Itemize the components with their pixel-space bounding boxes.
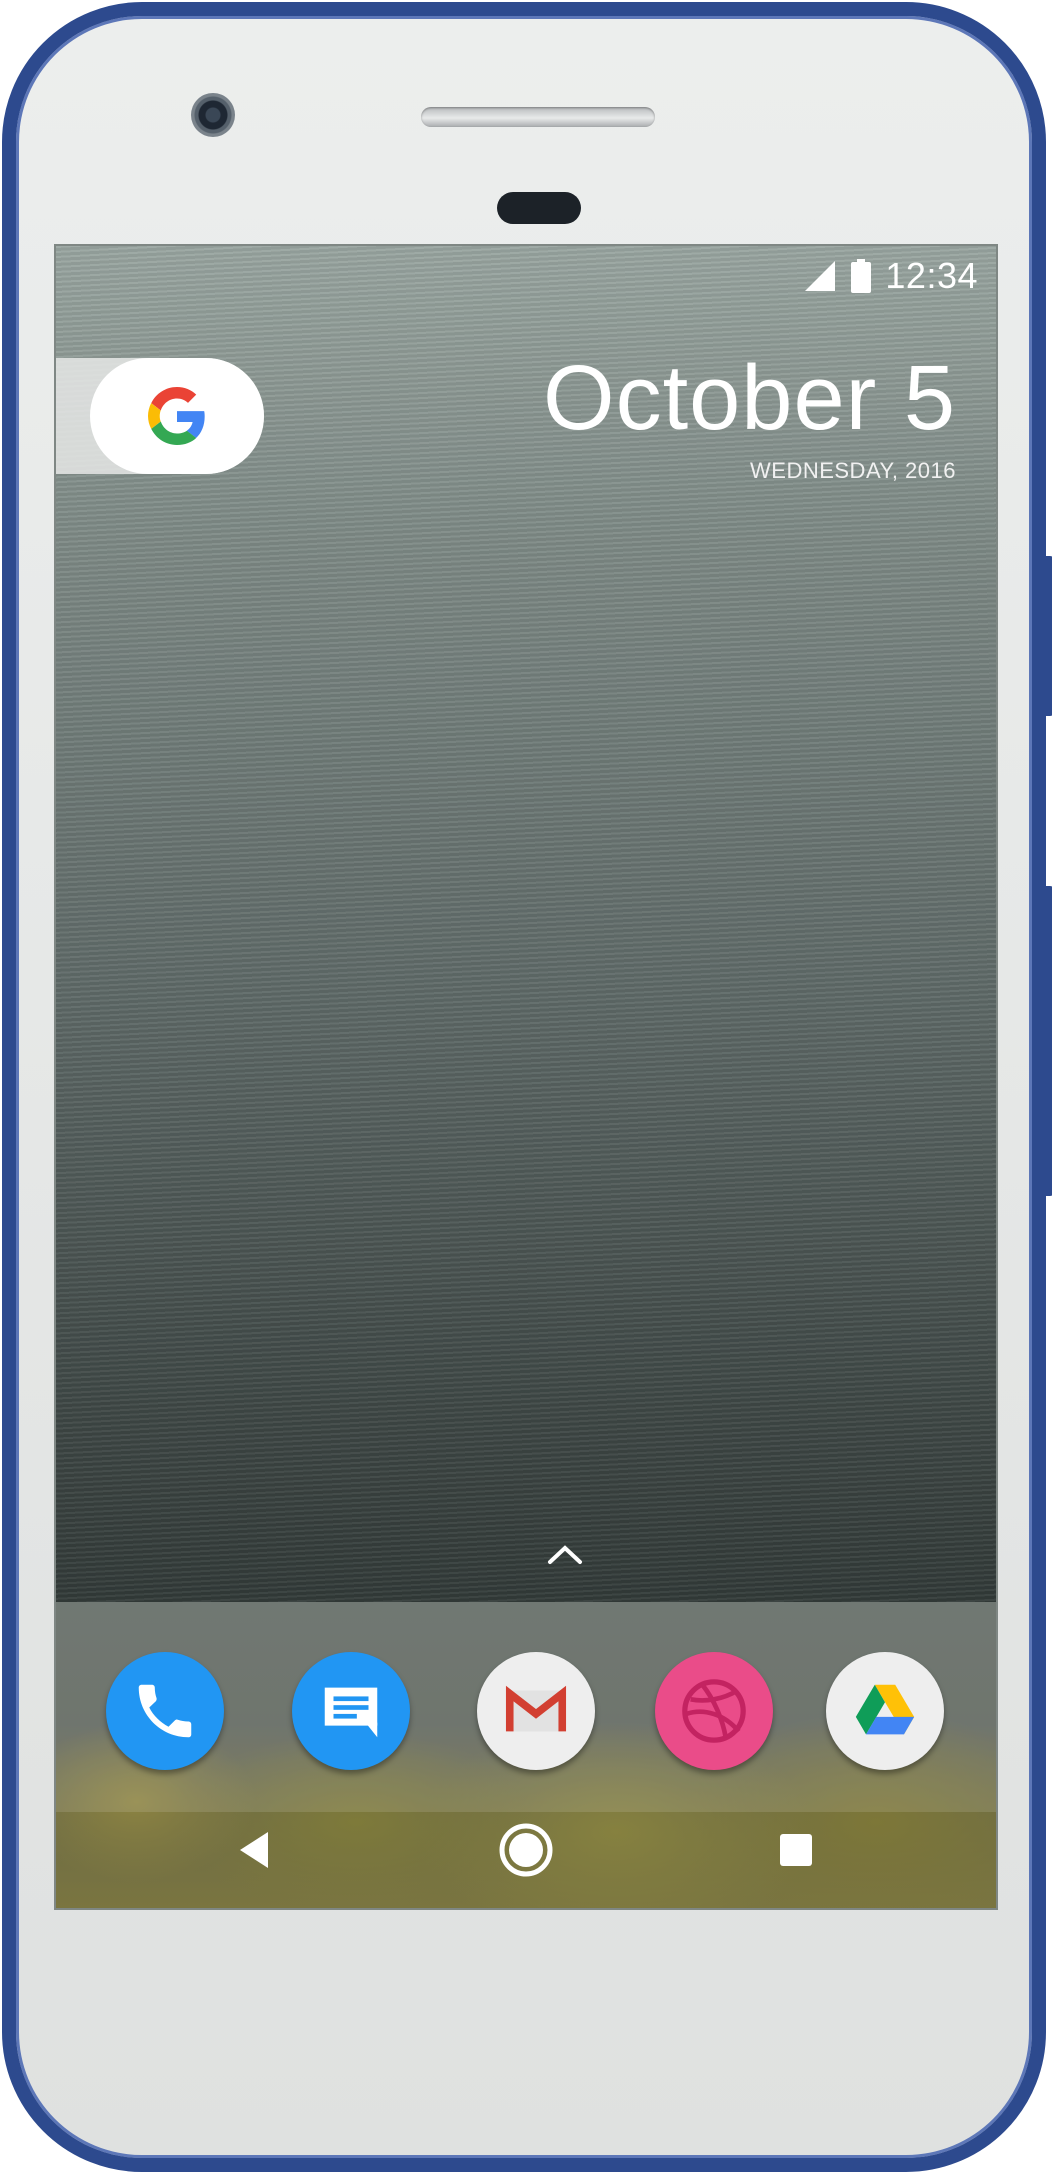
drive-icon — [855, 1684, 915, 1735]
dribbble-app-button[interactable] — [655, 1652, 773, 1770]
drive-app-button[interactable] — [826, 1652, 944, 1770]
date-widget-date[interactable]: October 5 — [543, 346, 956, 451]
recents-icon — [780, 1834, 812, 1866]
chevron-up-icon[interactable] — [546, 1542, 584, 1566]
dribbble-icon — [682, 1679, 746, 1743]
back-button[interactable] — [226, 1820, 286, 1880]
gmail-app-button[interactable] — [477, 1652, 595, 1770]
phone-app-button[interactable] — [106, 1652, 224, 1770]
back-icon — [240, 1832, 268, 1868]
home-button[interactable] — [496, 1820, 556, 1880]
google-search-button[interactable] — [90, 358, 264, 474]
volume-button — [1046, 886, 1052, 1196]
home-screen: 12:34 October 5 WEDNESDAY, 2016 — [54, 244, 998, 1910]
recents-button[interactable] — [766, 1820, 826, 1880]
battery-icon — [851, 259, 872, 293]
status-bar: 12:34 — [803, 254, 978, 298]
gmail-icon — [505, 1685, 567, 1732]
signal-icon — [805, 261, 836, 291]
earpiece-speaker — [421, 107, 655, 127]
google-search-pill[interactable] — [56, 358, 264, 474]
home-icon — [499, 1823, 553, 1877]
front-camera — [191, 93, 235, 137]
navigation-bar — [56, 1794, 996, 1908]
google-g-icon — [148, 387, 205, 445]
status-time: 12:34 — [885, 255, 978, 296]
power-button — [1046, 556, 1052, 716]
messages-app-button[interactable] — [292, 1652, 410, 1770]
date-widget-weekday: WEDNESDAY, 2016 — [750, 458, 956, 483]
proximity-sensor — [497, 192, 581, 224]
phone-icon — [138, 1684, 192, 1738]
message-icon — [324, 1687, 378, 1738]
